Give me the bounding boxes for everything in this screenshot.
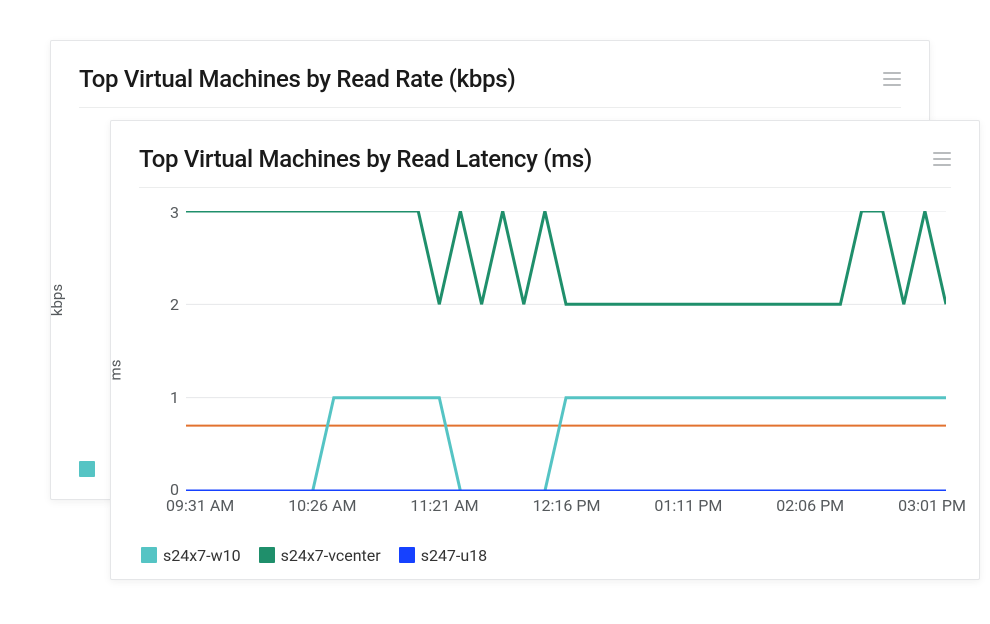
legend-swatch-icon [141,547,157,563]
chart-legend: s24x7-w10 s24x7-vcenter s247-u18 [141,546,487,565]
legend-label: s24x7-w10 [163,546,241,565]
hamburger-icon[interactable] [933,152,951,166]
y-tick: 1 [151,388,179,407]
card-title: Top Virtual Machines by Read Latency (ms… [139,145,592,173]
hamburger-icon[interactable] [883,72,901,86]
legend-item[interactable]: s24x7-vcenter [259,546,381,565]
x-tick: 01:11 PM [654,496,722,518]
legend-swatch-icon [259,547,275,563]
y-axis-label: ms [106,360,124,381]
x-tick: 02:06 PM [776,496,844,518]
legend-label: s247-u18 [421,546,487,565]
y-tick: 2 [151,295,179,314]
y-axis-ticks: 3 2 1 0 [151,203,179,499]
x-tick: 11:21 AM [410,496,478,518]
x-tick: 10:26 AM [288,496,356,518]
legend-swatch-icon [399,547,415,563]
legend-item[interactable]: s24x7-w10 [141,546,241,565]
legend-swatch-icon [79,461,95,477]
x-tick: 03:01 PM [898,496,966,518]
x-axis-ticks: 09:31 AM 10:26 AM 11:21 AM 12:16 PM 01:1… [166,496,966,518]
x-tick: 12:16 PM [533,496,601,518]
card-title: Top Virtual Machines by Read Rate (kbps) [79,65,515,93]
x-tick: 09:31 AM [166,496,234,518]
card-header: Top Virtual Machines by Read Rate (kbps) [79,65,901,108]
read-latency-card: Top Virtual Machines by Read Latency (ms… [110,120,980,580]
y-tick: 3 [151,203,179,222]
legend-item[interactable]: s247-u18 [399,546,487,565]
legend-label: s24x7-vcenter [281,546,381,565]
card-header: Top Virtual Machines by Read Latency (ms… [139,145,951,188]
legend-swatch-partial [79,460,101,479]
line-chart [186,211,946,491]
y-axis-label: kbps [48,284,66,316]
